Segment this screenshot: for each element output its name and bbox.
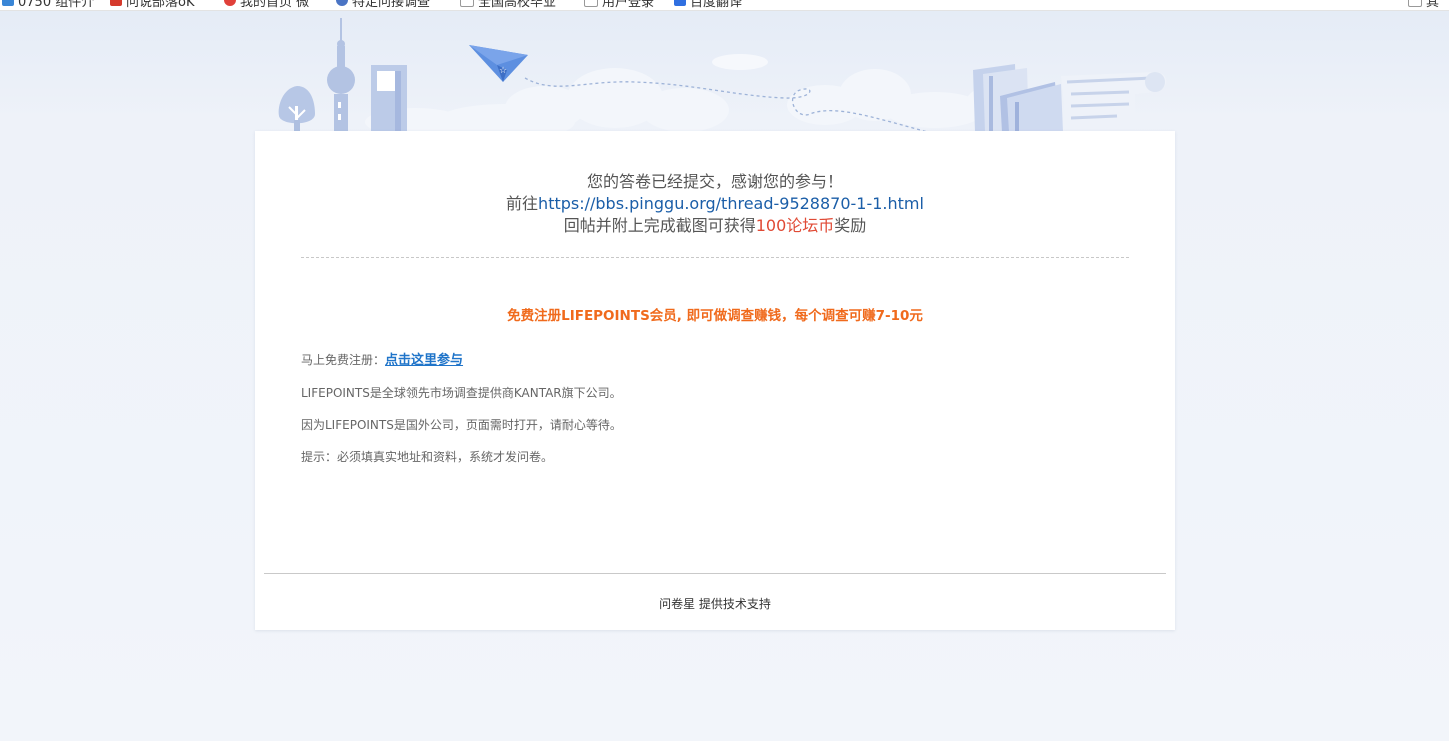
forum-thread-link[interactable]: https://bbs.pinggu.org/thread-9528870-1-…	[538, 194, 924, 213]
footer-credit: 问卷星 提供技术支持	[255, 595, 1175, 612]
dashed-divider	[301, 257, 1129, 258]
tip-notice: 提示：必须填真实地址和资料，系统才发问卷。	[301, 450, 554, 464]
goto-prefix: 前往	[506, 194, 539, 213]
bookmark-label: 0750 组件介	[18, 0, 95, 10]
translate-icon	[674, 0, 686, 6]
bookmark-label: 问说部落oK	[126, 0, 195, 10]
forum-instruction: 前往https://bbs.pinggu.org/thread-9528870-…	[255, 193, 1175, 215]
tree-icon	[278, 86, 315, 132]
thank-you-text: 您的答卷已经提交，感谢您的参与！	[586, 172, 843, 191]
svg-text:☆: ☆	[499, 66, 507, 76]
promo-headline: 免费注册LIFEPOINTS会员, 即可做调查赚钱，每个调查可赚7-10元	[507, 308, 923, 324]
bookmark-item[interactable]: 0750 组件介	[2, 0, 95, 10]
register-link[interactable]: 点击这里参与	[385, 353, 463, 368]
bookmark-item[interactable]: 用户登录	[584, 0, 655, 10]
document-scroll-icon	[1061, 72, 1167, 132]
small-cloud-icon	[712, 54, 768, 70]
submission-message: 您的答卷已经提交，感谢您的参与！ 前往https://bbs.pinggu.or…	[255, 171, 1175, 237]
register-line: 马上免费注册：点击这里参与	[301, 349, 463, 368]
reward-suffix: 奖励	[834, 216, 867, 235]
wenjuanxing-link[interactable]: 问卷星	[659, 597, 695, 611]
register-prefix: 马上免费注册：	[301, 353, 386, 367]
tower-icon	[327, 18, 355, 132]
page-icon	[584, 0, 598, 7]
reward-prefix: 回帖并附上完成截图可获得	[563, 216, 756, 235]
other-bookmarks-label: 其	[1426, 0, 1440, 10]
bookmark-label: 百度翻译	[690, 0, 743, 10]
bookmark-favicon-icon	[2, 0, 14, 6]
bookmark-favicon-icon	[336, 0, 348, 6]
bookmark-label: 全国高校毕业	[478, 0, 557, 10]
bookmark-favicon-icon	[110, 0, 122, 6]
building-icon	[371, 65, 407, 132]
footer-divider	[264, 573, 1166, 574]
books-icon	[973, 64, 1063, 132]
folder-icon	[1408, 0, 1422, 7]
bookmark-label: 特定问接调查	[352, 0, 431, 10]
bookmark-label: 用户登录	[602, 0, 655, 10]
bookmark-item[interactable]: 全国高校毕业	[460, 0, 557, 10]
cloud-icon	[365, 68, 1025, 132]
paper-plane-icon: ☆	[469, 45, 528, 82]
wait-notice: 因为LIFEPOINTS是国外公司，页面需时打开，请耐心等待。	[301, 418, 622, 432]
bookmark-item[interactable]: 百度翻译	[674, 0, 743, 10]
other-bookmarks[interactable]: 其	[1408, 0, 1440, 10]
bookmark-favicon-icon	[224, 0, 236, 6]
bookmark-label: 我的首页 微	[240, 0, 310, 10]
result-card: 您的答卷已经提交，感谢您的参与！ 前往https://bbs.pinggu.or…	[255, 131, 1175, 630]
reward-amount: 100论坛币	[755, 216, 835, 235]
header-illustration: ☆	[278, 18, 1167, 132]
page-icon	[460, 0, 474, 7]
company-info: LIFEPOINTS是全球领先市场调查提供商KANTAR旗下公司。	[301, 386, 622, 400]
reward-instruction: 回帖并附上完成截图可获得100论坛币奖励	[255, 215, 1175, 237]
bookmark-item[interactable]: 我的首页 微	[224, 0, 310, 10]
bookmark-item[interactable]: 特定问接调查	[336, 0, 431, 10]
bookmark-item[interactable]: 问说部落oK	[110, 0, 195, 10]
footer-support-text: 提供技术支持	[695, 597, 771, 611]
